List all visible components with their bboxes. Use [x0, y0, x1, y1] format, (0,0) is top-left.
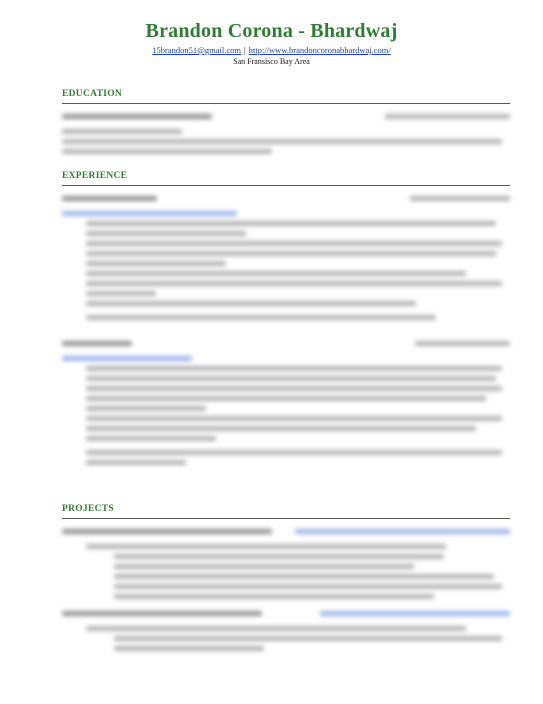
- resume-page: Brandon Corona - Bhardwaj 15brandon51@gm…: [0, 0, 543, 704]
- section-divider: [62, 103, 510, 104]
- experience-content-blurred: [62, 191, 510, 465]
- candidate-name: Brandon Corona - Bhardwaj: [145, 20, 398, 42]
- email-link[interactable]: 15brandon51@gmail.com: [152, 45, 241, 55]
- projects-section: PROJECTS: [62, 503, 510, 656]
- website-link[interactable]: http://www.brandoncoronabhardwaj.com/: [249, 45, 391, 55]
- contact-separator: |: [244, 45, 246, 55]
- section-divider: [62, 518, 510, 519]
- education-heading: EDUCATION: [62, 89, 123, 99]
- section-divider: [62, 185, 510, 186]
- resume-header: Brandon Corona - Bhardwaj 15brandon51@gm…: [0, 0, 543, 67]
- contact-line: 15brandon51@gmail.com | http://www.brandon…: [0, 45, 543, 56]
- projects-content-blurred: [62, 524, 510, 651]
- education-content-blurred: [62, 109, 510, 154]
- location: San Fransisco Bay Area: [233, 57, 310, 66]
- experience-section: EXPERIENCE: [62, 170, 510, 470]
- experience-heading: EXPERIENCE: [62, 171, 128, 181]
- projects-heading: PROJECTS: [62, 504, 115, 514]
- education-section: EDUCATION: [62, 88, 510, 159]
